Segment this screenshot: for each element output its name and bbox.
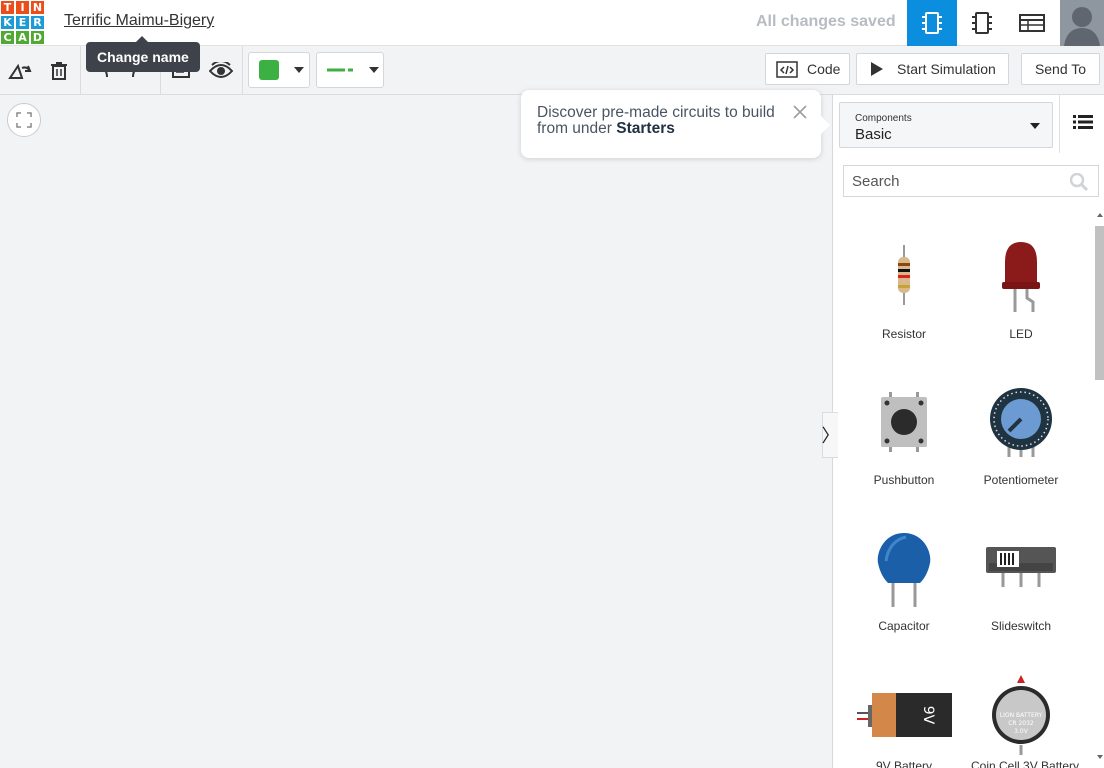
fit-view-icon <box>16 112 32 128</box>
scroll-up-icon[interactable] <box>1097 213 1103 217</box>
component-label: Potentiometer <box>983 473 1059 487</box>
change-name-tooltip: Change name <box>86 36 200 72</box>
components-panel: Components Basic Resistor <box>832 95 1104 768</box>
resistor-icon <box>898 245 910 305</box>
component-potentiometer[interactable]: Potentiometer <box>971 387 1071 487</box>
simulate-button-label: Start Simulation <box>897 61 996 77</box>
svg-text:9V: 9V <box>920 706 936 725</box>
logo-letter: T <box>0 0 15 15</box>
logo-letter: D <box>30 30 45 45</box>
component-label: Resistor <box>881 327 926 341</box>
chevron-down-icon <box>369 67 379 73</box>
fit-view-button[interactable] <box>7 103 41 137</box>
wire-style-picker[interactable] <box>316 52 384 88</box>
components-dropdown-label: Components <box>855 113 912 124</box>
wire-style-icon <box>327 68 353 72</box>
eye-icon <box>209 61 233 78</box>
component-label: Pushbutton <box>873 473 935 487</box>
scroll-down-icon[interactable] <box>1097 755 1103 759</box>
top-header: TINKERCAD Terrific Maimu-Bigery All chan… <box>0 0 1104 46</box>
logo-letter: A <box>15 30 30 45</box>
send-to-button[interactable]: Send To <box>1021 53 1100 85</box>
component-search <box>843 165 1099 197</box>
rotate-icon <box>8 63 32 79</box>
project-title[interactable]: Terrific Maimu-Bigery <box>64 12 214 30</box>
9v-battery-icon: 9V <box>857 693 952 737</box>
search-input[interactable] <box>844 166 1054 196</box>
component-list-icon <box>1019 14 1045 32</box>
play-icon <box>871 62 883 76</box>
code-button[interactable]: Code <box>765 53 850 85</box>
color-picker[interactable] <box>248 52 310 88</box>
send-to-label: Send To <box>1034 61 1087 77</box>
component-9v-battery[interactable]: 9V 9V Battery <box>854 685 954 768</box>
potentiometer-icon <box>990 388 1052 457</box>
svg-text:3.0V: 3.0V <box>1014 728 1029 735</box>
capacitor-icon <box>877 533 931 607</box>
user-avatar[interactable] <box>1060 0 1104 46</box>
schematic-view-button[interactable] <box>957 0 1007 46</box>
component-slideswitch[interactable]: Slideswitch <box>971 535 1071 633</box>
component-label: Coin Cell 3V Battery <box>971 759 1080 768</box>
component-pushbutton[interactable]: Pushbutton <box>854 390 954 487</box>
logo-letter: K <box>0 15 15 30</box>
logo-letter: N <box>30 0 45 15</box>
circuit-view-button[interactable] <box>907 0 957 46</box>
pushbutton-icon <box>881 392 927 452</box>
chevron-down-icon <box>294 67 304 73</box>
circuit-view-icon <box>922 12 942 34</box>
save-status: All changes saved <box>756 13 896 30</box>
components-dropdown[interactable]: Components Basic <box>839 102 1053 148</box>
schematic-view-icon <box>972 12 992 34</box>
component-resistor[interactable]: Resistor <box>854 245 954 341</box>
component-capacitor[interactable]: Capacitor <box>854 531 954 633</box>
logo-letter: R <box>30 15 45 30</box>
chevron-down-icon <box>1030 123 1040 129</box>
delete-button[interactable] <box>44 46 74 95</box>
svg-text:CR 2032: CR 2032 <box>1008 720 1034 727</box>
workplane-canvas[interactable] <box>0 95 832 768</box>
scrollbar-thumb[interactable] <box>1095 226 1104 380</box>
list-view-button[interactable] <box>1073 114 1093 135</box>
component-led[interactable]: LED <box>971 240 1071 341</box>
list-view-icon <box>1073 115 1093 129</box>
svg-text:LION BATTERY: LION BATTERY <box>1000 712 1043 719</box>
logo-letter: E <box>15 15 30 30</box>
search-icon[interactable] <box>1070 173 1088 191</box>
led-icon <box>1002 242 1040 312</box>
avatar-icon <box>1060 0 1104 46</box>
component-label: Slideswitch <box>990 619 1052 633</box>
component-list-button[interactable] <box>1007 0 1057 46</box>
component-coin-cell-battery[interactable]: LION BATTERY CR 2032 3.0V Coin Cell 3V B… <box>971 675 1080 768</box>
code-button-label: Code <box>807 61 841 77</box>
logo-letter: I <box>15 0 30 15</box>
component-label: LED <box>1009 327 1033 341</box>
visibility-button[interactable] <box>205 46 237 95</box>
close-icon[interactable] <box>792 104 808 120</box>
rotate-button[interactable] <box>4 46 36 95</box>
slideswitch-icon <box>986 547 1056 587</box>
components-dropdown-value: Basic <box>855 126 892 143</box>
popup-highlight: Starters <box>616 120 675 137</box>
color-swatch <box>259 60 279 80</box>
code-icon <box>776 60 798 78</box>
start-simulation-button[interactable]: Start Simulation <box>856 53 1009 85</box>
collapse-panel-button[interactable]: 〉 <box>821 412 840 458</box>
logo-letter: C <box>0 30 15 45</box>
component-label: 9V Battery <box>875 759 933 768</box>
trash-icon <box>51 61 67 80</box>
chevron-right-icon: 〉 <box>821 426 840 446</box>
starters-hint-popup: Discover pre-made circuits to build from… <box>521 90 830 158</box>
component-label: Capacitor <box>878 619 930 633</box>
tinkercad-logo[interactable]: TINKERCAD <box>0 0 45 45</box>
coin-cell-icon: LION BATTERY CR 2032 3.0V <box>992 675 1050 755</box>
